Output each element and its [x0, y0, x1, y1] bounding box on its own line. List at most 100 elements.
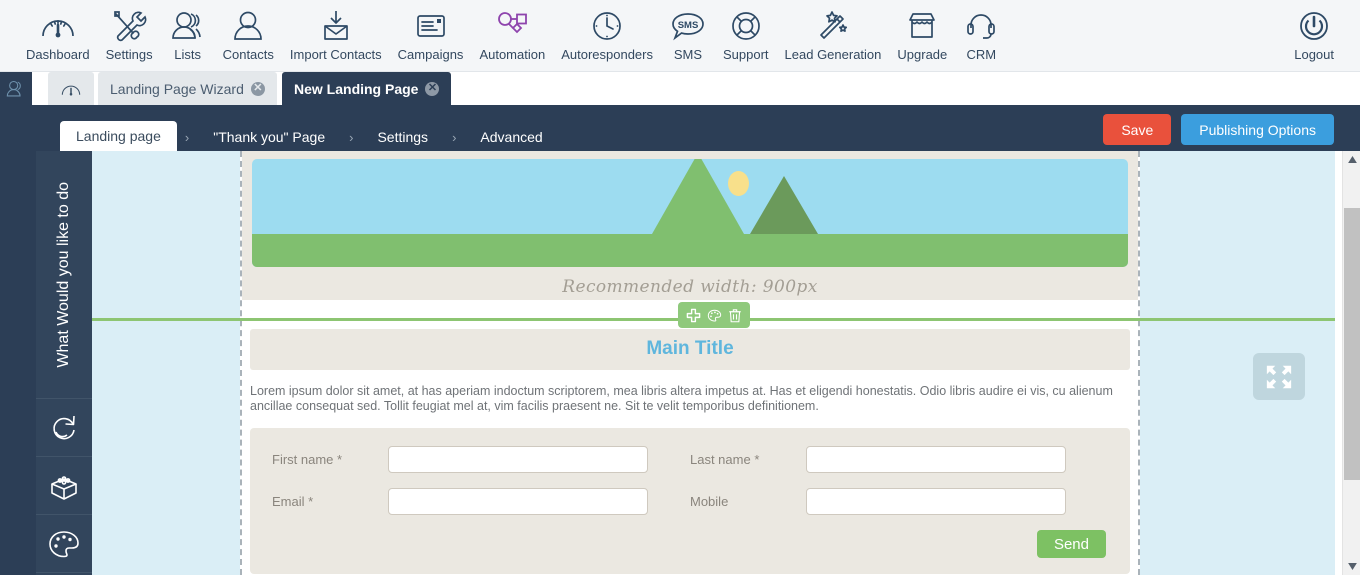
field-group-mobile: Mobile: [690, 488, 1108, 515]
element-edit-toolbar[interactable]: [677, 302, 750, 328]
nav-label: Upgrade: [897, 47, 948, 62]
recommended-width-caption: Recommended width: 900px: [562, 277, 818, 297]
save-button[interactable]: Save: [1103, 114, 1172, 145]
lead-capture-form[interactable]: First name * Last name * Email * Mobile …: [250, 428, 1130, 574]
storefront-icon: [904, 6, 940, 46]
tab-label: New Landing Page: [294, 80, 419, 97]
nav-item-automation[interactable]: Automation: [471, 4, 553, 63]
nav-label: Autoresponders: [561, 47, 653, 62]
image-ground: [252, 234, 1128, 267]
page-editor-canvas[interactable]: Recommended width: 900px Main Title Lore…: [92, 151, 1335, 575]
close-icon[interactable]: ✕: [250, 81, 265, 96]
left-sidebar-panel: What Would you like to do: [36, 151, 92, 575]
gauge-icon: [39, 6, 77, 46]
svg-text:SMS: SMS: [678, 20, 699, 31]
browser-tab-strip: Landing Page Wizard ✕ New Landing Page ✕: [0, 72, 1360, 105]
workflow-nodes-icon: [494, 6, 530, 46]
nav-item-contacts[interactable]: Contacts: [215, 4, 282, 63]
expand-arrows-icon: [1266, 365, 1292, 388]
field-group-first-name: First name *: [272, 446, 690, 473]
person-icon: [230, 6, 266, 46]
image-mountain-large: [652, 159, 744, 234]
page-title: Main Title: [646, 338, 734, 359]
step-settings[interactable]: Settings: [361, 123, 444, 151]
wizard-steps: Landing page › "Thank you" Page › Settin…: [60, 105, 559, 151]
sync-icon: [53, 415, 75, 439]
placeholder-image[interactable]: [252, 159, 1128, 267]
image-sun: [728, 171, 749, 196]
palette-icon[interactable]: [707, 308, 722, 323]
nav-item-logout[interactable]: Logout: [1286, 4, 1342, 63]
clock-icon: [589, 6, 625, 46]
scroll-up-arrow[interactable]: [1343, 151, 1360, 168]
palette-icon: [49, 530, 79, 557]
nav-item-crm[interactable]: CRM: [955, 4, 1007, 63]
hero-image-section[interactable]: Recommended width: 900px: [242, 151, 1138, 300]
body-section[interactable]: Main Title Lorem ipsum dolor sit amet, a…: [242, 321, 1138, 574]
mobile-input[interactable]: [806, 488, 1066, 515]
nav-item-lists[interactable]: Lists: [161, 4, 215, 63]
step-advanced[interactable]: Advanced: [464, 123, 558, 151]
tab-home[interactable]: [48, 72, 94, 105]
add-plus-icon[interactable]: [686, 308, 701, 323]
scroll-down-arrow[interactable]: [1343, 558, 1360, 575]
sidebar-item-sync[interactable]: [36, 399, 92, 457]
body-paragraph[interactable]: Lorem ipsum dolor sit amet, at has aperi…: [242, 370, 1138, 414]
wizard-step-bar: Landing page › "Thank you" Page › Settin…: [0, 105, 1360, 151]
publishing-options-button[interactable]: Publishing Options: [1181, 114, 1334, 145]
first-name-label: First name *: [272, 452, 343, 467]
nav-label: Campaigns: [397, 47, 464, 62]
nav-label: Lead Generation: [784, 47, 882, 62]
blocks-box-icon: [51, 475, 77, 500]
envelope-document-icon: [413, 6, 449, 46]
nav-item-autoresponders[interactable]: Autoresponders: [553, 4, 661, 63]
import-inbox-icon: [318, 6, 354, 46]
vertical-scrollbar[interactable]: [1342, 151, 1360, 575]
main-title-band[interactable]: Main Title: [250, 329, 1130, 370]
nav-item-sms[interactable]: SMS SMS: [661, 4, 715, 63]
lifebuoy-icon: [728, 6, 764, 46]
tab-new-landing-page[interactable]: New Landing Page ✕: [282, 72, 452, 105]
last-name-input[interactable]: [806, 446, 1066, 473]
nav-item-dashboard[interactable]: Dashboard: [18, 4, 98, 63]
nav-label: Import Contacts: [289, 47, 382, 62]
app-root: Dashboard Settings Lists Contacts Import…: [0, 0, 1360, 575]
step-thank-you-page[interactable]: "Thank you" Page: [197, 123, 341, 151]
step-separator: ›: [349, 129, 354, 145]
first-name-input[interactable]: [388, 446, 648, 473]
nav-item-support[interactable]: Support: [715, 4, 777, 63]
trash-icon[interactable]: [728, 308, 742, 323]
sidebar-item-blocks[interactable]: [36, 457, 92, 515]
nav-label: Contacts: [222, 47, 274, 62]
power-icon: [1296, 6, 1332, 46]
nav-item-upgrade[interactable]: Upgrade: [889, 4, 955, 63]
gauge-icon: [61, 85, 81, 95]
image-mountain-small: [750, 176, 818, 234]
nav-item-campaigns[interactable]: Campaigns: [390, 4, 472, 63]
nav-label: Logout: [1294, 47, 1334, 62]
top-navigation-items: Dashboard Settings Lists Contacts Import…: [0, 0, 1360, 63]
nav-label: Support: [722, 47, 769, 62]
tools-icon: [111, 6, 147, 46]
send-button[interactable]: Send: [1036, 530, 1106, 558]
wizard-actions: Save Publishing Options: [1103, 114, 1334, 145]
tab-landing-page-wizard[interactable]: Landing Page Wizard ✕: [98, 72, 277, 105]
step-landing-page[interactable]: Landing page: [60, 121, 177, 151]
people-group-icon: [6, 80, 21, 96]
last-name-label: Last name *: [690, 452, 760, 467]
nav-item-import-contacts[interactable]: Import Contacts: [282, 4, 390, 63]
nav-item-lead-generation[interactable]: Lead Generation: [777, 4, 890, 63]
nav-item-settings[interactable]: Settings: [98, 4, 161, 63]
close-icon[interactable]: ✕: [425, 81, 440, 96]
mobile-label: Mobile: [690, 494, 729, 509]
nav-label: Settings: [105, 47, 153, 62]
magic-wand-icon: [815, 6, 851, 46]
nav-label: Lists: [174, 47, 201, 62]
fullscreen-toggle-button[interactable]: [1253, 353, 1305, 400]
sidebar-item-palette[interactable]: [36, 515, 92, 573]
form-row: Email * Mobile: [272, 488, 1108, 515]
scrollbar-thumb[interactable]: [1344, 208, 1360, 480]
landing-page-content[interactable]: Recommended width: 900px Main Title Lore…: [240, 151, 1140, 575]
email-input[interactable]: [388, 488, 648, 515]
